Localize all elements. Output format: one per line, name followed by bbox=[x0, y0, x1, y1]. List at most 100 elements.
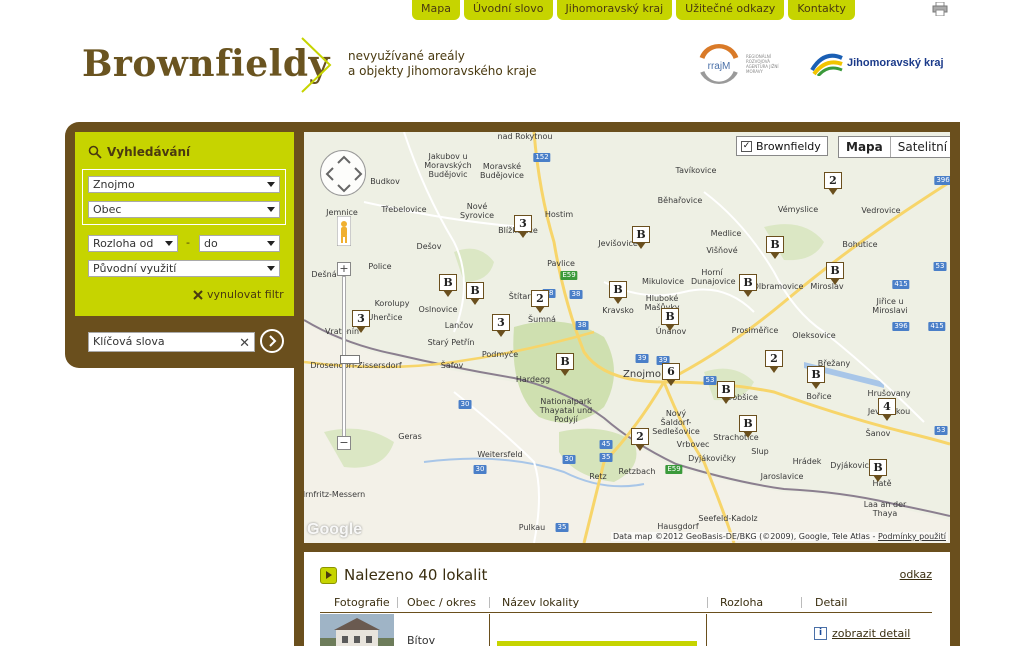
arrow-right-icon[interactable] bbox=[320, 566, 337, 584]
nav-item-kontakty[interactable]: Kontakty bbox=[788, 0, 855, 20]
jmk-logo[interactable]: Jihomoravský kraj bbox=[810, 50, 944, 76]
column-header-site-name[interactable]: Název lokality bbox=[502, 596, 579, 609]
zoom-in-button[interactable]: + bbox=[337, 262, 351, 276]
zoom-slider-thumb[interactable] bbox=[340, 355, 360, 364]
column-header-detail[interactable]: Detail bbox=[815, 596, 847, 609]
map-marker[interactable]: B bbox=[661, 308, 679, 331]
map-place-label: Police bbox=[368, 262, 392, 271]
nav-item-jihomoravsky-kraj[interactable]: Jihomoravský kraj bbox=[556, 0, 673, 20]
map-marker-pin bbox=[535, 306, 545, 313]
map-marker-label: B bbox=[766, 236, 784, 253]
map-place-label: Jiřice u Miroslavi bbox=[872, 297, 908, 315]
map-marker[interactable]: 3 bbox=[492, 314, 510, 337]
area-from-select[interactable]: Rozloha od bbox=[88, 235, 178, 252]
map-place-label: Kravsko bbox=[602, 306, 634, 315]
pan-arrows-icon bbox=[325, 155, 363, 193]
map-place-label: Vedrovice bbox=[861, 206, 901, 215]
map-type-satellite-button[interactable]: Satelitní bbox=[891, 137, 950, 157]
results-toggle-link[interactable]: odkaz bbox=[900, 568, 932, 581]
map-marker[interactable]: B bbox=[766, 236, 784, 259]
nav-item-mapa[interactable]: Mapa bbox=[412, 0, 460, 20]
map-marker[interactable]: B bbox=[739, 274, 757, 297]
map-place-label: Podmyče bbox=[481, 350, 519, 359]
map-view[interactable]: nad Rokytnou Jakubov u Moravských Budějo… bbox=[304, 132, 950, 543]
map-marker[interactable]: 3 bbox=[352, 310, 370, 333]
map-marker[interactable]: 4 bbox=[878, 398, 896, 421]
map-marker-label: B bbox=[826, 262, 844, 279]
road-number: 39 bbox=[635, 354, 649, 363]
district-select[interactable]: Znojmo bbox=[88, 176, 280, 193]
map-marker[interactable]: 2 bbox=[531, 290, 549, 313]
map-place-label: Laa an der Thaya bbox=[863, 500, 907, 518]
map-place-label: Lančov bbox=[444, 321, 474, 330]
map-marker-pin bbox=[665, 324, 675, 331]
map-marker-label: B bbox=[661, 308, 679, 325]
print-icon[interactable] bbox=[932, 2, 948, 16]
row-site-name-highlight[interactable] bbox=[497, 641, 697, 646]
map-type-map-button[interactable]: Mapa bbox=[839, 137, 891, 157]
column-divider bbox=[706, 614, 707, 646]
brownfield-layer-checkbox[interactable]: ✓ bbox=[741, 140, 752, 152]
reset-filter-link[interactable]: vynulovat filtr bbox=[193, 288, 284, 301]
map-marker[interactable]: B bbox=[556, 353, 574, 376]
map-marker[interactable]: B bbox=[466, 282, 484, 305]
map-marker[interactable]: B bbox=[632, 226, 650, 249]
map-marker[interactable]: B bbox=[869, 459, 887, 482]
map-place-label: Moravské Budějovice bbox=[480, 162, 524, 180]
map-marker[interactable]: B bbox=[439, 274, 457, 297]
map-place-label: Dyjákovice bbox=[830, 461, 874, 470]
map-marker[interactable]: 6 bbox=[662, 363, 680, 386]
map-marker[interactable]: B bbox=[717, 381, 735, 404]
zoom-slider-rail[interactable] bbox=[340, 276, 360, 440]
clear-icon[interactable]: ✕ bbox=[239, 335, 250, 353]
brownfieldy-logo[interactable]: Brownfieldy bbox=[82, 42, 330, 86]
map-marker-pin bbox=[769, 366, 779, 373]
column-header-photo[interactable]: Fotografie bbox=[334, 596, 390, 609]
map-place-label: nad Rokytnou bbox=[497, 132, 553, 141]
zoom-out-button[interactable]: − bbox=[337, 436, 351, 450]
map-place-label: Irnfritz-Messern bbox=[304, 490, 366, 499]
results-panel: Nalezeno 40 lokalit odkaz Fotografie Obe… bbox=[304, 552, 950, 646]
row-detail-label[interactable]: zobrazit detail bbox=[832, 627, 910, 640]
nav-item-uzitecne-odkazy[interactable]: Užitečné odkazy bbox=[676, 0, 785, 20]
map-pan-control[interactable] bbox=[320, 150, 366, 196]
map-marker-label: 2 bbox=[531, 290, 549, 307]
road-number: E59 bbox=[665, 465, 683, 474]
map-marker[interactable]: 3 bbox=[514, 215, 532, 238]
column-header-area[interactable]: Rozloha bbox=[720, 596, 763, 609]
map-marker[interactable]: 2 bbox=[824, 172, 842, 195]
area-to-select[interactable]: do bbox=[199, 235, 280, 252]
map-marker-label: B bbox=[439, 274, 457, 291]
search-title-label: Vyhledávání bbox=[107, 145, 191, 159]
tagline-line-2: a objekty Jihomoravského kraje bbox=[348, 64, 537, 78]
map-marker[interactable]: B bbox=[739, 415, 757, 438]
map-marker[interactable]: 2 bbox=[631, 428, 649, 451]
terms-of-use-link[interactable]: Podmínky použití bbox=[878, 532, 946, 541]
map-marker-label: B bbox=[632, 226, 650, 243]
map-place-label: Znojmo bbox=[623, 369, 661, 380]
map-marker[interactable]: 2 bbox=[765, 350, 783, 373]
area-range-separator: - bbox=[186, 236, 190, 249]
brownfield-layer-toggle[interactable]: ✓ Brownfieldy bbox=[736, 136, 828, 156]
row-municipality: Bítov bbox=[407, 634, 436, 646]
google-logo[interactable]: Google bbox=[307, 521, 362, 539]
map-marker[interactable]: B bbox=[826, 262, 844, 285]
arrow-right-icon bbox=[269, 335, 277, 347]
municipality-select[interactable]: Obec bbox=[88, 201, 280, 218]
original-use-select[interactable]: Původní využití bbox=[88, 260, 280, 277]
rrajm-logo[interactable]: rrajM REGIONÁLNÍ ROZVOJOVÁ AGENTURA JIŽN… bbox=[698, 44, 782, 84]
map-attribution-text: Data map ©2012 GeoBasis-DE/BKG (©2009), … bbox=[612, 532, 876, 541]
row-detail-link[interactable]: i zobrazit detail bbox=[814, 627, 910, 640]
nav-item-uvodni-slovo[interactable]: Úvodní slovo bbox=[463, 0, 553, 20]
chevron-down-icon bbox=[165, 241, 173, 246]
column-header-municipality[interactable]: Obec / okres bbox=[407, 596, 476, 609]
map-place-label: Šumná bbox=[528, 315, 556, 324]
map-marker[interactable]: B bbox=[807, 366, 825, 389]
road-number: 30 bbox=[458, 400, 472, 409]
street-view-pegman-icon[interactable] bbox=[337, 216, 351, 246]
map-place-label: Vrbovec bbox=[676, 440, 710, 449]
site-photo[interactable] bbox=[320, 614, 394, 646]
search-submit-button[interactable] bbox=[260, 329, 284, 353]
keywords-input[interactable]: Klíčová slova ✕ bbox=[88, 332, 255, 352]
map-marker[interactable]: B bbox=[609, 281, 627, 304]
